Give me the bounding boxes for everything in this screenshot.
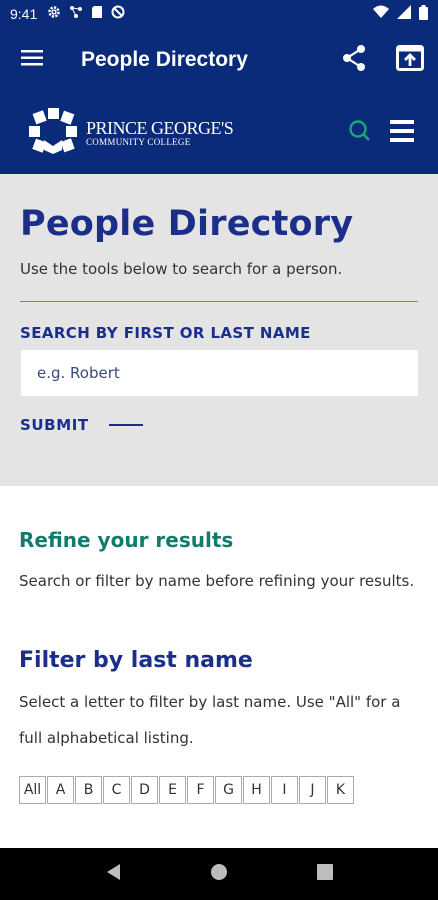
battery-icon [419,4,428,24]
sd-card-icon [91,5,103,23]
home-icon[interactable] [209,862,229,886]
status-time: 9:41 [10,6,38,22]
site-menu-icon[interactable] [390,120,414,146]
letter-b[interactable]: B [75,776,102,804]
menu-icon [21,50,43,70]
search-panel: People Directory Use the tools below to … [0,174,438,486]
letter-f[interactable]: F [187,776,214,804]
refine-heading: Refine your results [19,528,234,552]
divider [20,301,418,302]
letter-g[interactable]: G [215,776,242,804]
letter-filter: All A B C D E F G H I J K [19,776,419,804]
page-title: People Directory [20,204,354,244]
filter-heading: Filter by last name [19,648,253,673]
letter-k[interactable]: K [327,776,354,804]
search-input[interactable] [21,350,418,396]
gear-icon [47,5,61,23]
wifi-icon [373,5,389,23]
search-icon[interactable] [348,119,372,147]
letter-all[interactable]: All [19,776,46,804]
letter-e[interactable]: E [159,776,186,804]
share-button[interactable] [326,28,382,92]
status-bar: 9:41 [0,0,438,28]
letter-j[interactable]: J [299,776,326,804]
logo-mark-icon [28,106,78,160]
app-title: People Directory [81,48,248,71]
share-icon [341,44,367,76]
system-nav-bar [0,848,438,900]
intro-text: Use the tools below to search for a pers… [20,260,343,278]
college-logo[interactable]: PRINCE GEORGE'S COMMUNITY COLLEGE [28,106,234,160]
logo-line2: COMMUNITY COLLEGE [86,137,191,147]
back-icon[interactable] [104,862,122,886]
signal-icon [397,5,411,23]
main-content: Refine your results Search or filter by … [0,486,438,848]
open-external-icon [396,45,424,75]
app-bar: People Directory [0,28,438,92]
network-icon [69,5,83,23]
letter-d[interactable]: D [131,776,158,804]
blocked-icon [111,5,125,23]
menu-button[interactable] [0,28,64,92]
logo-line1: PRINCE GEORGE'S [86,118,234,138]
recents-icon[interactable] [316,863,334,885]
filter-text: Select a letter to filter by last name. … [19,693,401,747]
site-header: PRINCE GEORGE'S COMMUNITY COLLEGE [0,92,438,174]
search-label: SEARCH BY FIRST OR LAST NAME [20,324,311,342]
letter-a[interactable]: A [47,776,74,804]
letter-h[interactable]: H [243,776,270,804]
refine-text: Search or filter by name before refining… [19,572,415,590]
open-external-button[interactable] [382,28,438,92]
letter-c[interactable]: C [103,776,130,804]
letter-i[interactable]: I [271,776,298,804]
submit-underline [108,424,143,426]
submit-button[interactable]: SUBMIT [20,416,89,434]
